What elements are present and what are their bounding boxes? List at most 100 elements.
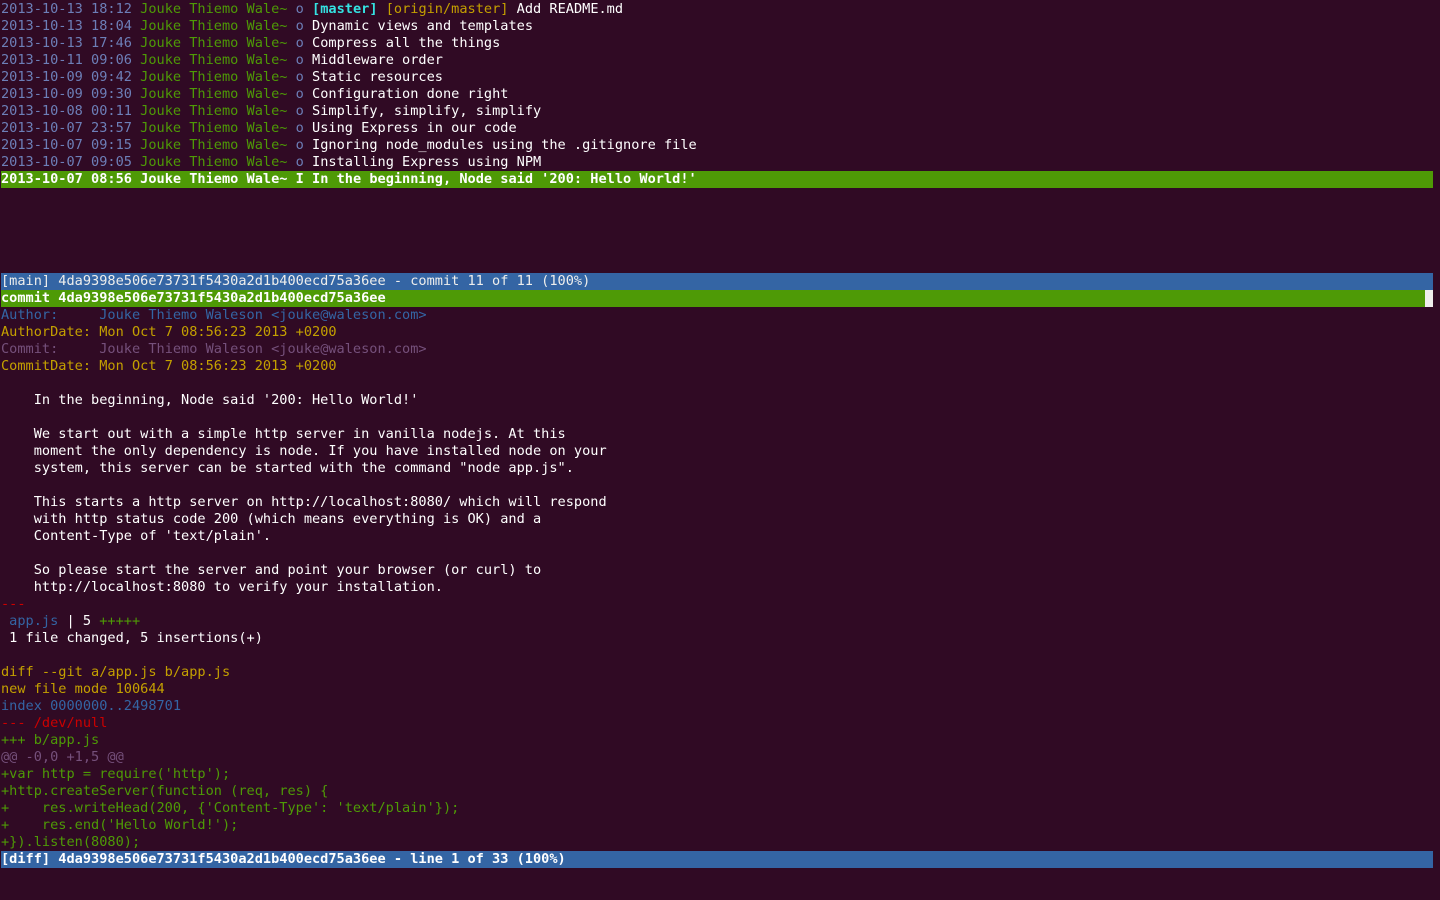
log-row[interactable]: 2013-10-08 00:11 Jouke Thiemo Wale~ o Si… <box>1 103 541 120</box>
committer-value: Jouke Thiemo Waleson <jouke@waleson.com> <box>99 341 427 357</box>
log-row[interactable]: 2013-10-07 23:57 Jouke Thiemo Wale~ o Us… <box>1 120 517 137</box>
log-row[interactable]: 2013-10-11 09:06 Jouke Thiemo Wale~ o Mi… <box>1 52 443 69</box>
log-subject: Middleware order <box>312 52 443 68</box>
log-date: 2013-10-13 17:46 <box>1 35 132 51</box>
log-graph-mark: o <box>295 120 304 136</box>
commitdate-value: Mon Oct 7 08:56:23 2013 +0200 <box>99 358 337 374</box>
log-graph-mark: o <box>295 86 304 102</box>
log-date: 2013-10-13 18:12 <box>1 1 132 17</box>
diff-added-line: +}).listen(8080); <box>1 834 141 850</box>
diff-added-line: +http.createServer(function (req, res) { <box>1 783 329 799</box>
log-graph-mark: o <box>295 154 304 170</box>
diffstat-file: app.js <box>1 613 59 629</box>
log-graph-mark: o <box>295 1 304 17</box>
log-row[interactable]: 2013-10-13 17:46 Jouke Thiemo Wale~ o Co… <box>1 35 500 52</box>
diff-file-mode: new file mode 100644 <box>1 681 165 697</box>
log-subject: In the beginning, Node said '200: Hello … <box>312 171 697 187</box>
scrollbar-thumb[interactable] <box>1425 290 1433 307</box>
author-line: Author: Jouke Thiemo Waleson <jouke@wale… <box>1 307 427 324</box>
log-author: Jouke Thiemo Wale~ <box>140 171 288 187</box>
authordate-value: Mon Oct 7 08:56:23 2013 +0200 <box>99 324 337 340</box>
diff-hunk-header: @@ -0,0 +1,5 @@ <box>1 749 124 765</box>
diff-new-file: +++ b/app.js <box>1 732 100 748</box>
tig-terminal: 2013-10-13 18:12 Jouke Thiemo Wale~ o [m… <box>0 0 1440 900</box>
log-row[interactable]: 2013-10-07 08:56 Jouke Thiemo Wale~ I In… <box>1 171 1433 188</box>
log-row[interactable]: 2013-10-13 18:12 Jouke Thiemo Wale~ o [m… <box>1 1 623 18</box>
diffstat-summary: 1 file changed, 5 insertions(+) <box>1 630 263 646</box>
message-line: This starts a http server on http://loca… <box>1 494 607 510</box>
commitdate-line: CommitDate: Mon Oct 7 08:56:23 2013 +020… <box>1 358 337 375</box>
log-graph-mark: o <box>295 35 304 51</box>
log-row[interactable]: 2013-10-13 18:04 Jouke Thiemo Wale~ o Dy… <box>1 18 533 35</box>
log-date: 2013-10-07 23:57 <box>1 120 132 136</box>
stat-separator: --- <box>1 596 26 612</box>
diffstat-plus: +++++ <box>99 613 141 629</box>
message-line: In the beginning, Node said '200: Hello … <box>1 392 419 408</box>
log-subject: Compress all the things <box>312 35 501 51</box>
author-value: Jouke Thiemo Waleson <jouke@waleson.com> <box>99 307 427 323</box>
diff-added-line: + res.end('Hello World!'); <box>1 817 239 833</box>
committer-label: Commit: <box>1 341 100 357</box>
log-subject: Add README.md <box>516 1 624 17</box>
log-author: Jouke Thiemo Wale~ <box>140 69 288 85</box>
diff-added-line: + res.writeHead(200, {'Content-Type': 't… <box>1 800 460 816</box>
log-author: Jouke Thiemo Wale~ <box>140 120 288 136</box>
log-author: Jouke Thiemo Wale~ <box>140 35 288 51</box>
log-subject: Installing Express using NPM <box>312 154 542 170</box>
log-row[interactable]: 2013-10-07 09:15 Jouke Thiemo Wale~ o Ig… <box>1 137 697 154</box>
diff-added-line: +var http = require('http'); <box>1 766 231 782</box>
diffstat-line: app.js | 5 +++++ <box>1 613 140 630</box>
log-subject: Using Express in our code <box>312 120 517 136</box>
log-subject: Configuration done right <box>312 86 509 102</box>
log-graph-mark: o <box>295 137 304 153</box>
log-author: Jouke Thiemo Wale~ <box>140 1 288 17</box>
log-graph-mark: o <box>295 103 304 119</box>
committer-line: Commit: Jouke Thiemo Waleson <jouke@wale… <box>1 341 427 358</box>
commitdate-label: CommitDate: <box>1 358 100 374</box>
authordate-label: AuthorDate: <box>1 324 100 340</box>
log-subject: Static resources <box>312 69 443 85</box>
commit-header-line: commit 4da9398e506e73731f5430a2d1b400ecd… <box>1 290 1433 307</box>
log-author: Jouke Thiemo Wale~ <box>140 137 288 153</box>
log-row[interactable]: 2013-10-09 09:42 Jouke Thiemo Wale~ o St… <box>1 69 443 86</box>
log-author: Jouke Thiemo Wale~ <box>140 86 288 102</box>
log-date: 2013-10-11 09:06 <box>1 52 132 68</box>
main-status-bar: [main] 4da9398e506e73731f5430a2d1b400ecd… <box>1 273 1433 290</box>
message-line: Content-Type of 'text/plain'. <box>1 528 272 544</box>
diff-old-file: --- /dev/null <box>1 715 108 731</box>
message-line: with http status code 200 (which means e… <box>1 511 542 527</box>
authordate-line: AuthorDate: Mon Oct 7 08:56:23 2013 +020… <box>1 324 337 341</box>
message-line: So please start the server and point you… <box>1 562 542 578</box>
log-date: 2013-10-13 18:04 <box>1 18 132 34</box>
log-author: Jouke Thiemo Wale~ <box>140 52 288 68</box>
message-line: We start out with a simple http server i… <box>1 426 566 442</box>
log-ref-branch: [master] <box>312 1 378 17</box>
message-line: system, this server can be started with … <box>1 460 574 476</box>
diff-status-bar: [diff] 4da9398e506e73731f5430a2d1b400ecd… <box>1 851 1433 868</box>
log-graph-mark: I <box>295 171 304 187</box>
diff-header: diff --git a/app.js b/app.js <box>1 664 231 680</box>
message-line: moment the only dependency is node. If y… <box>1 443 607 459</box>
log-date: 2013-10-07 09:05 <box>1 154 132 170</box>
log-subject: Simplify, simplify, simplify <box>312 103 542 119</box>
log-date: 2013-10-08 00:11 <box>1 103 132 119</box>
log-row[interactable]: 2013-10-07 09:05 Jouke Thiemo Wale~ o In… <box>1 154 541 171</box>
diffstat-count: | 5 <box>58 613 100 629</box>
log-author: Jouke Thiemo Wale~ <box>140 18 288 34</box>
message-line: http://localhost:8080 to verify your ins… <box>1 579 443 595</box>
log-author: Jouke Thiemo Wale~ <box>140 103 288 119</box>
author-label: Author: <box>1 307 100 323</box>
log-ref-remote: [origin/master] <box>385 1 509 17</box>
log-graph-mark: o <box>295 69 304 85</box>
log-date: 2013-10-09 09:30 <box>1 86 132 102</box>
log-date: 2013-10-09 09:42 <box>1 69 132 85</box>
diff-index: index 0000000..2498701 <box>1 698 182 714</box>
log-author: Jouke Thiemo Wale~ <box>140 154 288 170</box>
log-subject: Dynamic views and templates <box>312 18 534 34</box>
log-graph-mark: o <box>295 18 304 34</box>
log-date: 2013-10-07 09:15 <box>1 137 132 153</box>
log-date: 2013-10-07 08:56 <box>1 171 132 187</box>
log-row[interactable]: 2013-10-09 09:30 Jouke Thiemo Wale~ o Co… <box>1 86 508 103</box>
log-subject: Ignoring node_modules using the .gitigno… <box>312 137 697 153</box>
log-graph-mark: o <box>295 52 304 68</box>
